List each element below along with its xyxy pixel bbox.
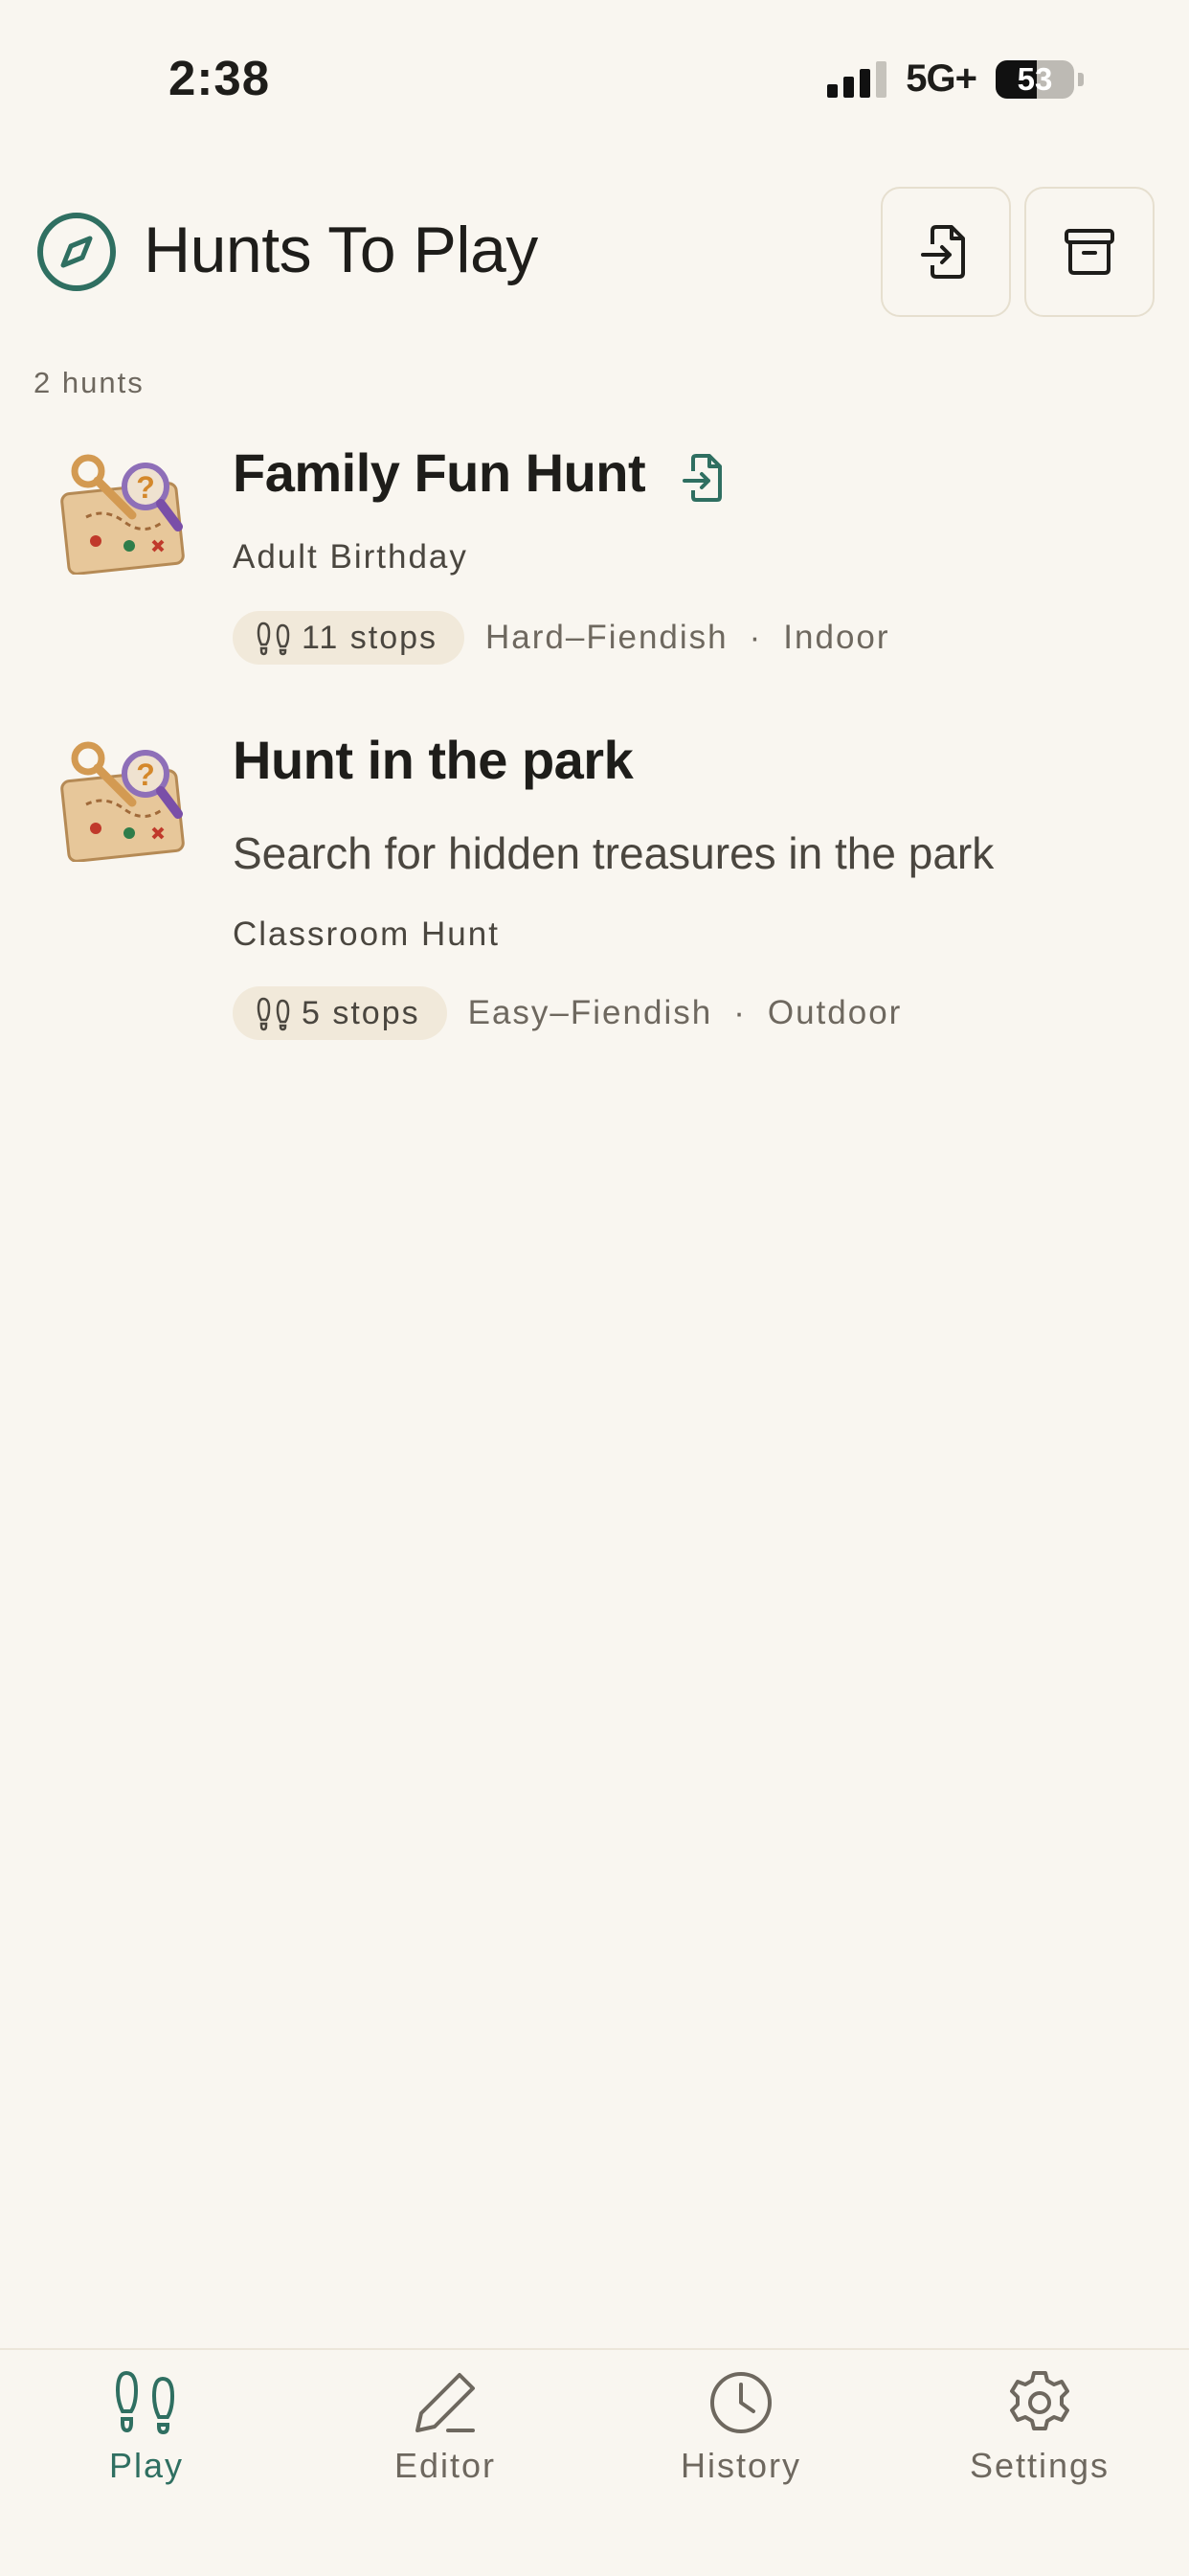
hunt-list-item[interactable]: ? Family Fun Hunt Adult Birthday 11 stop… — [0, 441, 1189, 689]
hunt-difficulty: Easy–Fiendish — [467, 994, 713, 1031]
hunt-category: Classroom Hunt — [233, 915, 500, 953]
footprints-icon — [257, 997, 290, 1031]
status-indicators: 5G+ 53 — [827, 57, 1084, 101]
network-label: 5G+ — [906, 57, 977, 100]
battery-tip — [1078, 72, 1084, 86]
tab-settings[interactable]: Settings — [925, 2367, 1155, 2486]
tab-label: History — [680, 2446, 801, 2485]
import-hunt-button[interactable] — [881, 187, 1011, 317]
stops-badge: 5 stops — [233, 986, 447, 1040]
hunt-count: 2 hunts — [34, 366, 145, 399]
battery-level: 53 — [1017, 60, 1053, 97]
svg-text:?: ? — [136, 470, 155, 505]
tab-history[interactable]: History — [626, 2367, 856, 2486]
bottom-tab-bar: Play Editor History Settings — [0, 2348, 1189, 2576]
stops-count: 11 stops — [302, 619, 438, 656]
signal-icon — [827, 60, 887, 98]
status-time: 2:38 — [168, 51, 271, 105]
page-title: Hunts To Play — [144, 214, 538, 286]
tab-editor[interactable]: Editor — [330, 2367, 560, 2486]
hunt-difficulty: Hard–Fiendish — [485, 619, 729, 656]
svg-text:?: ? — [136, 757, 155, 792]
hunt-title: Family Fun Hunt — [233, 442, 646, 503]
compass-icon — [37, 213, 116, 291]
clock-icon — [710, 2372, 772, 2433]
status-bar: 2:38 5G+ 53 — [0, 0, 1189, 144]
hunt-location: Outdoor — [767, 994, 903, 1031]
pencil-icon — [415, 2373, 475, 2432]
gear-icon — [1010, 2371, 1069, 2430]
stops-count: 5 stops — [302, 994, 420, 1031]
hunt-location: Indoor — [783, 619, 890, 656]
separator-dot: · — [749, 619, 763, 656]
treasure-map-icon: ? — [60, 454, 185, 575]
tab-label: Settings — [969, 2446, 1110, 2485]
stops-badge: 11 stops — [233, 611, 465, 665]
page-header: Hunts To Play — [34, 187, 1155, 321]
archive-icon — [1065, 229, 1114, 275]
footprints-icon — [257, 621, 290, 656]
hunt-category: Adult Birthday — [233, 538, 468, 576]
archive-button[interactable] — [1024, 187, 1155, 317]
hunt-meta: 5 stops Easy–Fiendish · Outdoor — [233, 986, 902, 1040]
import-icon — [921, 225, 965, 279]
hunt-list-item[interactable]: ? Hunt in the park Search for hidden tre… — [0, 728, 1189, 1053]
separator-dot: · — [733, 994, 747, 1031]
treasure-map-icon: ? — [60, 741, 185, 862]
imported-file-icon — [683, 454, 722, 502]
tab-label: Play — [108, 2446, 185, 2485]
footprints-icon — [115, 2370, 175, 2435]
tab-play[interactable]: Play — [32, 2367, 261, 2486]
battery-icon: 53 — [996, 59, 1074, 99]
hunt-description: Search for hidden treasures in the park — [233, 828, 995, 878]
tab-label: Editor — [393, 2446, 497, 2485]
hunt-meta: 11 stops Hard–Fiendish · Indoor — [233, 611, 890, 665]
hunt-title: Hunt in the park — [233, 730, 634, 790]
